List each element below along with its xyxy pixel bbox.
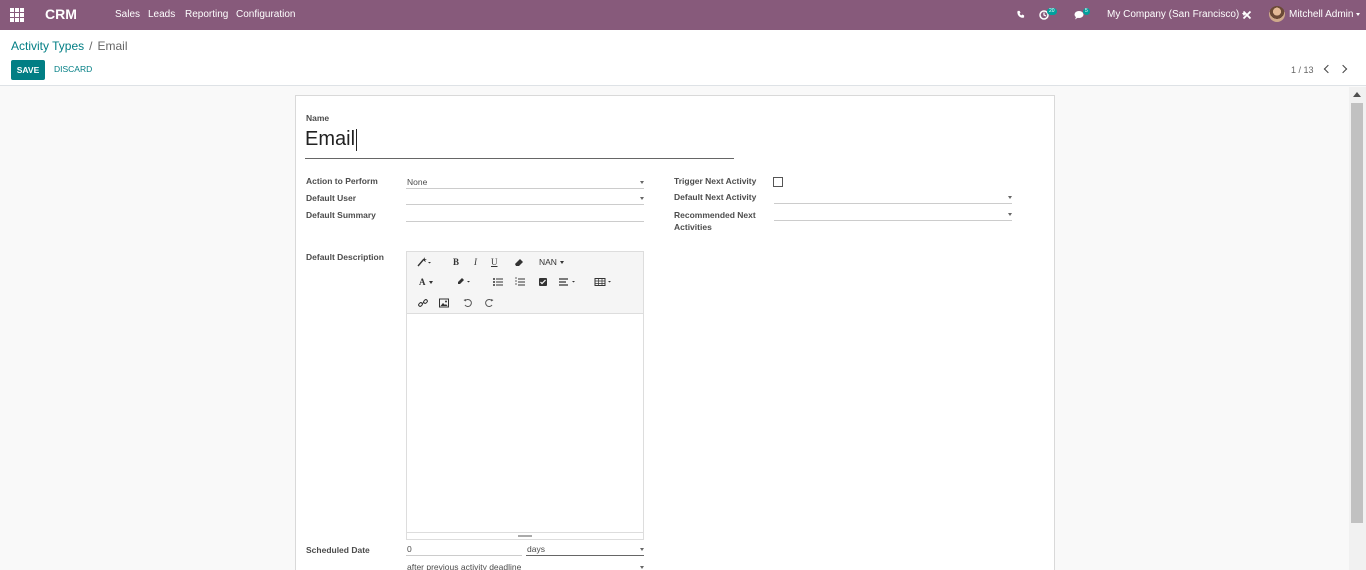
name-value: Email [305, 128, 356, 150]
activity-count-badge: 20 [1047, 8, 1057, 15]
chevron-down-icon [1008, 196, 1012, 199]
menu-configuration[interactable]: Configuration [236, 9, 295, 20]
recommended-label-line-1: Recommended Next [674, 210, 756, 220]
name-label: Name [306, 113, 330, 123]
breadcrumb-separator: / [89, 39, 93, 53]
style-magic-icon[interactable] [417, 256, 431, 268]
chevron-down-icon [640, 181, 644, 184]
pager-value[interactable]: 1 / 13 [1291, 65, 1314, 75]
chevron-down-icon [1008, 213, 1012, 216]
checklist-icon[interactable] [537, 276, 549, 288]
company-name: My Company (San Francisco) [1107, 9, 1240, 20]
scheduled-from-value: after previous activity deadline [407, 562, 522, 570]
undo-icon[interactable] [462, 297, 474, 309]
html-editor[interactable]: B I U NAN A [406, 251, 644, 540]
link-icon[interactable] [417, 297, 429, 309]
scheduled-from-select[interactable]: after previous activity deadline [406, 561, 644, 570]
chevron-down-icon [640, 566, 644, 569]
menu-leads[interactable]: Leads [148, 9, 175, 20]
trigger-next-activity-checkbox[interactable] [773, 177, 783, 187]
pager-previous-button[interactable] [1322, 63, 1333, 75]
breadcrumb-current: Email [97, 39, 128, 53]
scrollbar-thumb[interactable] [1351, 103, 1363, 523]
action-to-perform-select[interactable]: None [406, 176, 644, 189]
recommended-activities-field[interactable] [774, 208, 1012, 221]
chevron-left-icon [1323, 64, 1333, 74]
default-next-activity-field[interactable] [774, 191, 1012, 204]
user-name: Mitchell Admin [1289, 9, 1354, 20]
scheduled-date-label: Scheduled Date [306, 545, 370, 555]
user-menu[interactable]: Mitchell Admin [1289, 9, 1361, 20]
redo-icon[interactable] [483, 297, 495, 309]
pager-next-button[interactable] [1338, 63, 1349, 75]
scheduled-unit-select[interactable]: days [526, 543, 644, 556]
breadcrumb-parent[interactable]: Activity Types [11, 39, 84, 53]
default-next-activity-label: Default Next Activity [674, 192, 757, 202]
default-summary-input[interactable] [406, 209, 644, 222]
top-navbar: CRM Sales Leads Reporting Configuration … [0, 0, 1366, 30]
table-icon[interactable] [594, 276, 614, 288]
messages-menu[interactable]: 5 [1074, 8, 1094, 21]
chevron-right-icon [1338, 64, 1348, 74]
phone-icon[interactable] [1016, 10, 1025, 19]
font-size-value: NAN [539, 257, 557, 267]
chevron-down-icon [428, 281, 433, 285]
save-button[interactable]: SAVE [11, 60, 45, 80]
default-user-label: Default User [306, 193, 357, 203]
app-brand[interactable]: CRM [45, 6, 77, 22]
user-avatar[interactable] [1269, 6, 1285, 22]
italic-icon[interactable]: I [474, 256, 477, 268]
chevron-down-icon [640, 197, 644, 200]
apps-menu-icon[interactable] [10, 8, 24, 22]
menu-sales[interactable]: Sales [115, 9, 140, 20]
ordered-list-icon[interactable] [514, 276, 526, 288]
recommended-label-line-2: Activities [674, 222, 712, 232]
scheduled-date-input[interactable]: 0 [406, 543, 522, 556]
discard-button[interactable]: DISCARD [54, 64, 92, 74]
scroll-up-arrow-icon[interactable] [1353, 92, 1361, 97]
unordered-list-icon[interactable] [492, 276, 504, 288]
scheduled-unit-value: days [527, 544, 545, 554]
control-panel: Activity Types / Email SAVE DISCARD 1 / 13 [0, 30, 1366, 86]
editor-bottom-border [407, 532, 643, 533]
debug-tools-icon[interactable] [1242, 10, 1252, 20]
bold-icon[interactable]: B [453, 256, 459, 268]
scrollbar[interactable] [1349, 87, 1366, 570]
font-size-dropdown[interactable]: NAN [539, 256, 564, 268]
text-cursor [356, 128, 358, 151]
menu-reporting[interactable]: Reporting [185, 9, 228, 20]
action-to-perform-value: None [407, 177, 428, 187]
image-icon[interactable] [438, 297, 450, 309]
chevron-down-icon [640, 548, 644, 551]
editor-resize-handle[interactable] [518, 535, 532, 537]
align-icon[interactable] [558, 276, 578, 288]
scheduled-date-value: 0 [407, 544, 412, 554]
chevron-down-icon [559, 261, 564, 265]
activity-menu[interactable]: 20 [1039, 8, 1059, 21]
default-user-field[interactable] [406, 192, 644, 205]
message-count-badge: 5 [1083, 8, 1090, 15]
breadcrumb: Activity Types / Email [11, 39, 128, 53]
default-summary-label: Default Summary [306, 210, 376, 220]
font-color-icon[interactable]: A [419, 276, 433, 288]
underline-icon[interactable]: U [491, 256, 498, 268]
company-switcher[interactable]: My Company (San Francisco) [1107, 9, 1247, 20]
editor-toolbar: B I U NAN A [407, 252, 643, 314]
paint-brush-icon[interactable] [455, 276, 473, 288]
trigger-next-activity-label: Trigger Next Activity [674, 176, 757, 186]
eraser-icon[interactable] [513, 256, 525, 268]
name-input[interactable]: Email [305, 128, 734, 159]
recommended-activities-label: Recommended Next Activities [674, 209, 756, 233]
default-description-label: Default Description [306, 252, 384, 262]
chevron-down-icon [1356, 12, 1361, 16]
action-to-perform-label: Action to Perform [306, 176, 378, 186]
